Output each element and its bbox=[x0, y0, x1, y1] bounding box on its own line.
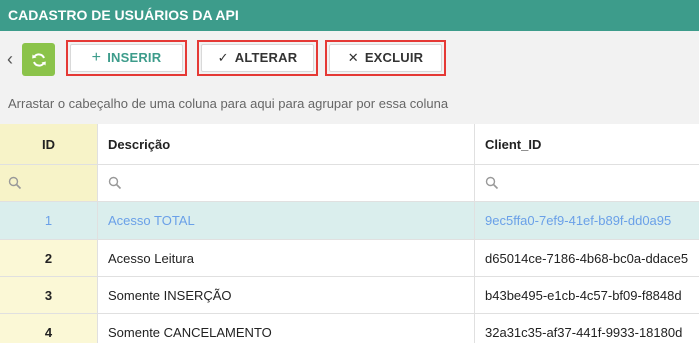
toolbar: ‹ + INSERIR ✓ ALTERAR ✕ EXCLUIR bbox=[0, 31, 699, 88]
inserir-highlight: + INSERIR bbox=[66, 40, 187, 76]
data-grid: ID Descrição Client_ID 1 Acesso TOTAL 9e… bbox=[0, 124, 699, 343]
cell-id: 4 bbox=[0, 314, 98, 343]
filter-id[interactable] bbox=[0, 165, 98, 201]
group-panel-hint[interactable]: Arrastar o cabeçalho de uma coluna para … bbox=[0, 88, 699, 124]
cell-descricao: Somente CANCELAMENTO bbox=[98, 314, 475, 343]
column-header-client-id[interactable]: Client_ID bbox=[475, 124, 699, 164]
alterar-highlight: ✓ ALTERAR bbox=[197, 40, 318, 76]
cell-descricao: Somente INSERÇÃO bbox=[98, 277, 475, 313]
column-header-id[interactable]: ID bbox=[0, 124, 98, 164]
refresh-button[interactable] bbox=[22, 43, 55, 76]
alterar-button[interactable]: ✓ ALTERAR bbox=[201, 44, 314, 72]
inserir-label: INSERIR bbox=[107, 50, 162, 65]
cell-client-id: 9ec5ffa0-7ef9-41ef-b89f-dd0a95 bbox=[485, 213, 672, 228]
table-row[interactable]: 2 Acesso Leitura d65014ce-7186-4b68-bc0a… bbox=[0, 240, 699, 277]
chevron-left-icon[interactable]: ‹ bbox=[3, 49, 17, 69]
cell-id: 3 bbox=[0, 277, 98, 313]
table-row[interactable]: 3 Somente INSERÇÃO b43be495-e1cb-4c57-bf… bbox=[0, 277, 699, 314]
table-row[interactable]: 4 Somente CANCELAMENTO 32a31c35-af37-441… bbox=[0, 314, 699, 343]
search-icon bbox=[108, 176, 122, 190]
cell-descricao: Acesso TOTAL bbox=[98, 202, 475, 239]
alterar-label: ALTERAR bbox=[234, 50, 298, 65]
filter-descricao[interactable] bbox=[98, 165, 475, 201]
cell-client-id: 32a31c35-af37-441f-9933-18180d bbox=[485, 324, 683, 340]
search-icon bbox=[485, 176, 499, 190]
check-icon: ✓ bbox=[217, 50, 229, 65]
table-row[interactable]: 1 Acesso TOTAL 9ec5ffa0-7ef9-41ef-b89f-d… bbox=[0, 202, 699, 240]
search-icon bbox=[8, 176, 22, 190]
cell-client-id: b43be495-e1cb-4c57-bf09-f8848d bbox=[485, 287, 682, 303]
excluir-highlight: ✕ EXCLUIR bbox=[325, 40, 446, 76]
x-icon: ✕ bbox=[347, 50, 359, 65]
inserir-button[interactable]: + INSERIR bbox=[70, 44, 183, 72]
filter-row bbox=[0, 165, 699, 202]
plus-icon: + bbox=[91, 49, 102, 66]
cell-id: 1 bbox=[0, 202, 98, 239]
refresh-icon bbox=[31, 52, 46, 67]
cell-id: 2 bbox=[0, 240, 98, 276]
cell-descricao: Acesso Leitura bbox=[98, 240, 475, 276]
page-title: CADASTRO DE USUÁRIOS DA API bbox=[0, 0, 699, 31]
column-header-descricao[interactable]: Descrição bbox=[98, 124, 475, 164]
excluir-label: EXCLUIR bbox=[364, 50, 424, 65]
filter-client-id[interactable] bbox=[475, 165, 699, 201]
cell-client-id: d65014ce-7186-4b68-bc0a-ddace5 bbox=[485, 250, 689, 266]
grid-header-row: ID Descrição Client_ID bbox=[0, 124, 699, 165]
excluir-button[interactable]: ✕ EXCLUIR bbox=[329, 44, 442, 72]
